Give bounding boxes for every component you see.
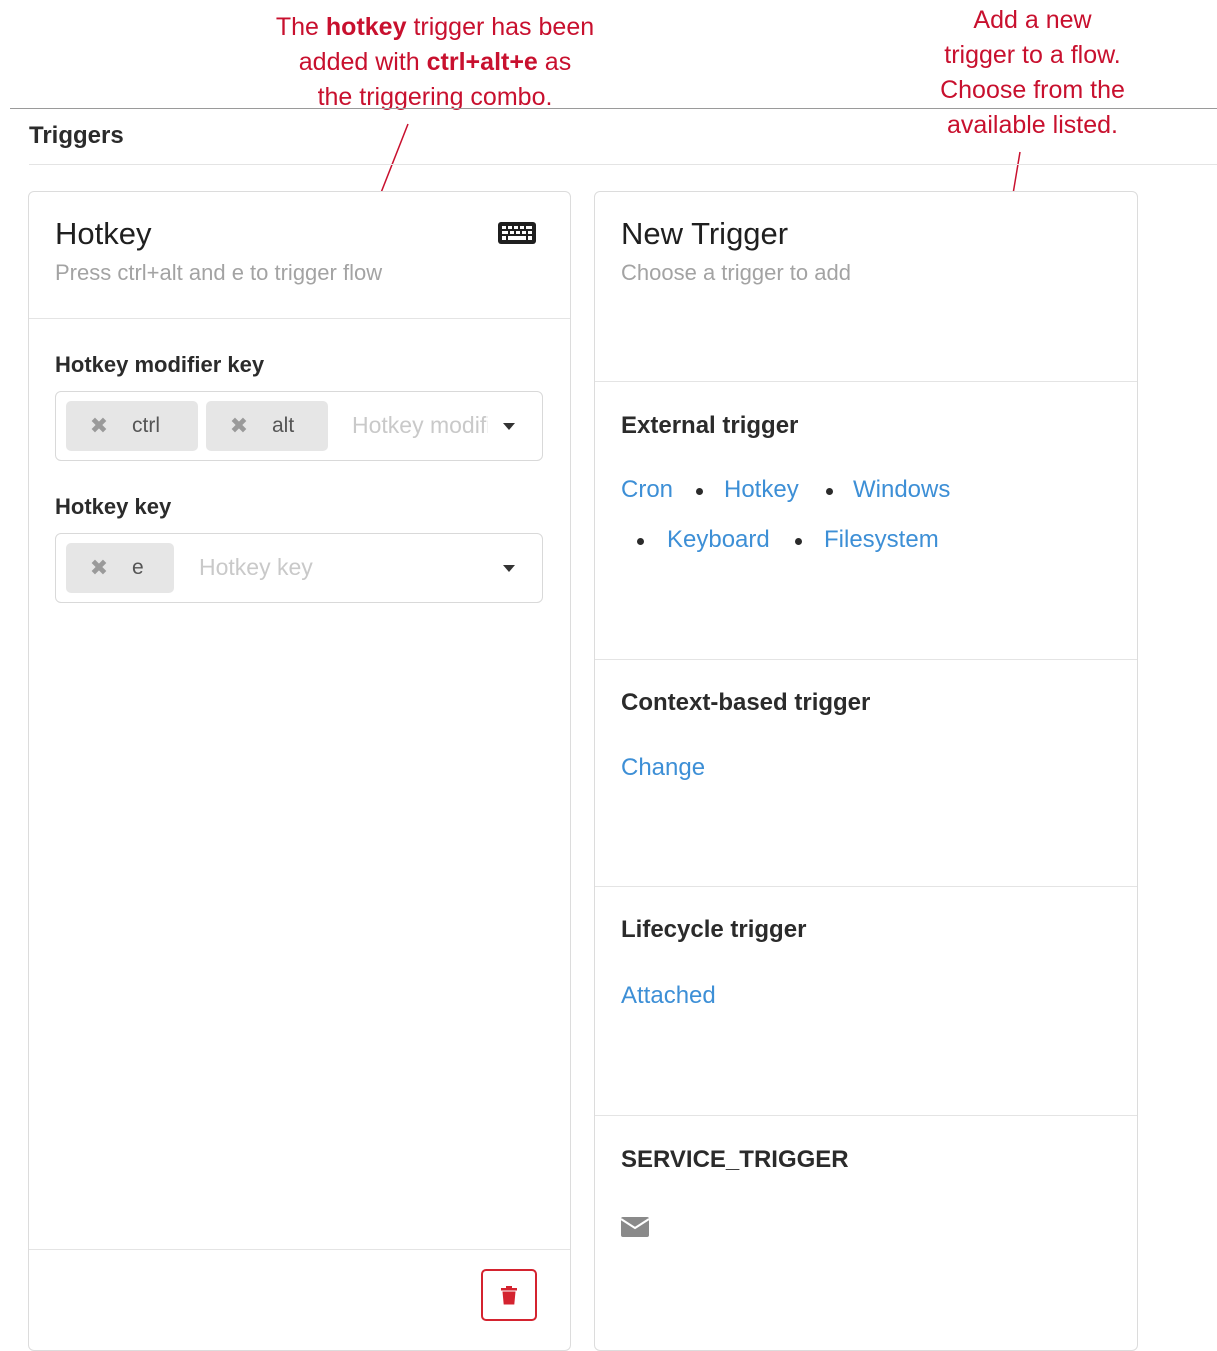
service-trigger-title: SERVICE_TRIGGER [621,1146,849,1173]
hotkey-card-subtitle: Press ctrl+alt and e to trigger flow [55,260,383,285]
new-trigger-title: New Trigger [621,216,789,251]
bullet-separator [637,538,644,545]
lifecycle-group-divider [595,1115,1137,1116]
new-trigger-subtitle: Choose a trigger to add [621,260,851,285]
annotation-new-trigger: Add a new trigger to a flow. Choose from… [940,6,1125,139]
chevron-down-icon[interactable] [503,565,515,572]
remove-tag-icon[interactable]: ✖ [88,555,110,581]
remove-tag-icon[interactable]: ✖ [228,413,250,439]
hotkey-card-header-divider [29,318,570,319]
bullet-separator [696,488,703,495]
trash-icon [501,1285,517,1304]
context-trigger-title: Context-based trigger [621,689,871,716]
new-trigger-header-divider [595,381,1137,382]
key-tag-e: ✖ e [66,543,174,593]
top-divider [10,108,1217,109]
remove-tag-icon[interactable]: ✖ [88,413,110,439]
trigger-link-cron[interactable]: Cron [621,476,673,504]
context-group-divider [595,886,1137,887]
modifier-tag-alt: ✖ alt [206,401,328,451]
section-title: Triggers [29,122,124,149]
new-trigger-card: New Trigger Choose a trigger to add Exte… [594,191,1138,1351]
trigger-link-keyboard[interactable]: Keyboard [667,526,770,554]
hotkey-card-title: Hotkey [55,216,152,251]
trigger-link-hotkey[interactable]: Hotkey [724,476,799,504]
modifier-tag-label: ctrl [132,414,160,437]
trigger-link-filesystem[interactable]: Filesystem [824,526,939,554]
hotkey-key-select[interactable]: ✖ e Hotkey key [55,533,543,603]
trigger-link-attached[interactable]: Attached [621,982,716,1010]
delete-trigger-button[interactable] [481,1269,537,1321]
modifier-tag-ctrl: ✖ ctrl [66,401,198,451]
external-group-divider [595,659,1137,660]
lifecycle-trigger-title: Lifecycle trigger [621,916,807,943]
chevron-down-icon[interactable] [503,423,515,430]
trigger-link-change[interactable]: Change [621,754,705,782]
hotkey-card-footer-divider [29,1249,570,1250]
hotkey-key-placeholder: Hotkey key [199,554,313,580]
annotation-hotkey-added: The hotkey trigger has been added with c… [275,13,595,111]
external-trigger-title: External trigger [621,412,799,439]
hotkey-modifier-select[interactable]: ✖ ctrl ✖ alt Hotkey modifier key [55,391,543,461]
hotkey-trigger-card: Hotkey Press ctrl+alt and e to trigger f… [28,191,571,1351]
hotkey-key-label: Hotkey key [55,494,172,519]
trigger-link-windows[interactable]: Windows [853,476,950,504]
section-divider [29,164,1217,165]
envelope-icon[interactable] [621,1217,649,1237]
hotkey-modifier-placeholder: Hotkey modifier key [352,412,488,438]
bullet-separator [826,488,833,495]
keyboard-icon [498,222,536,244]
bullet-separator [795,538,802,545]
key-tag-label: e [132,556,144,579]
modifier-tag-label: alt [272,414,295,437]
hotkey-modifier-label: Hotkey modifier key [55,352,265,377]
